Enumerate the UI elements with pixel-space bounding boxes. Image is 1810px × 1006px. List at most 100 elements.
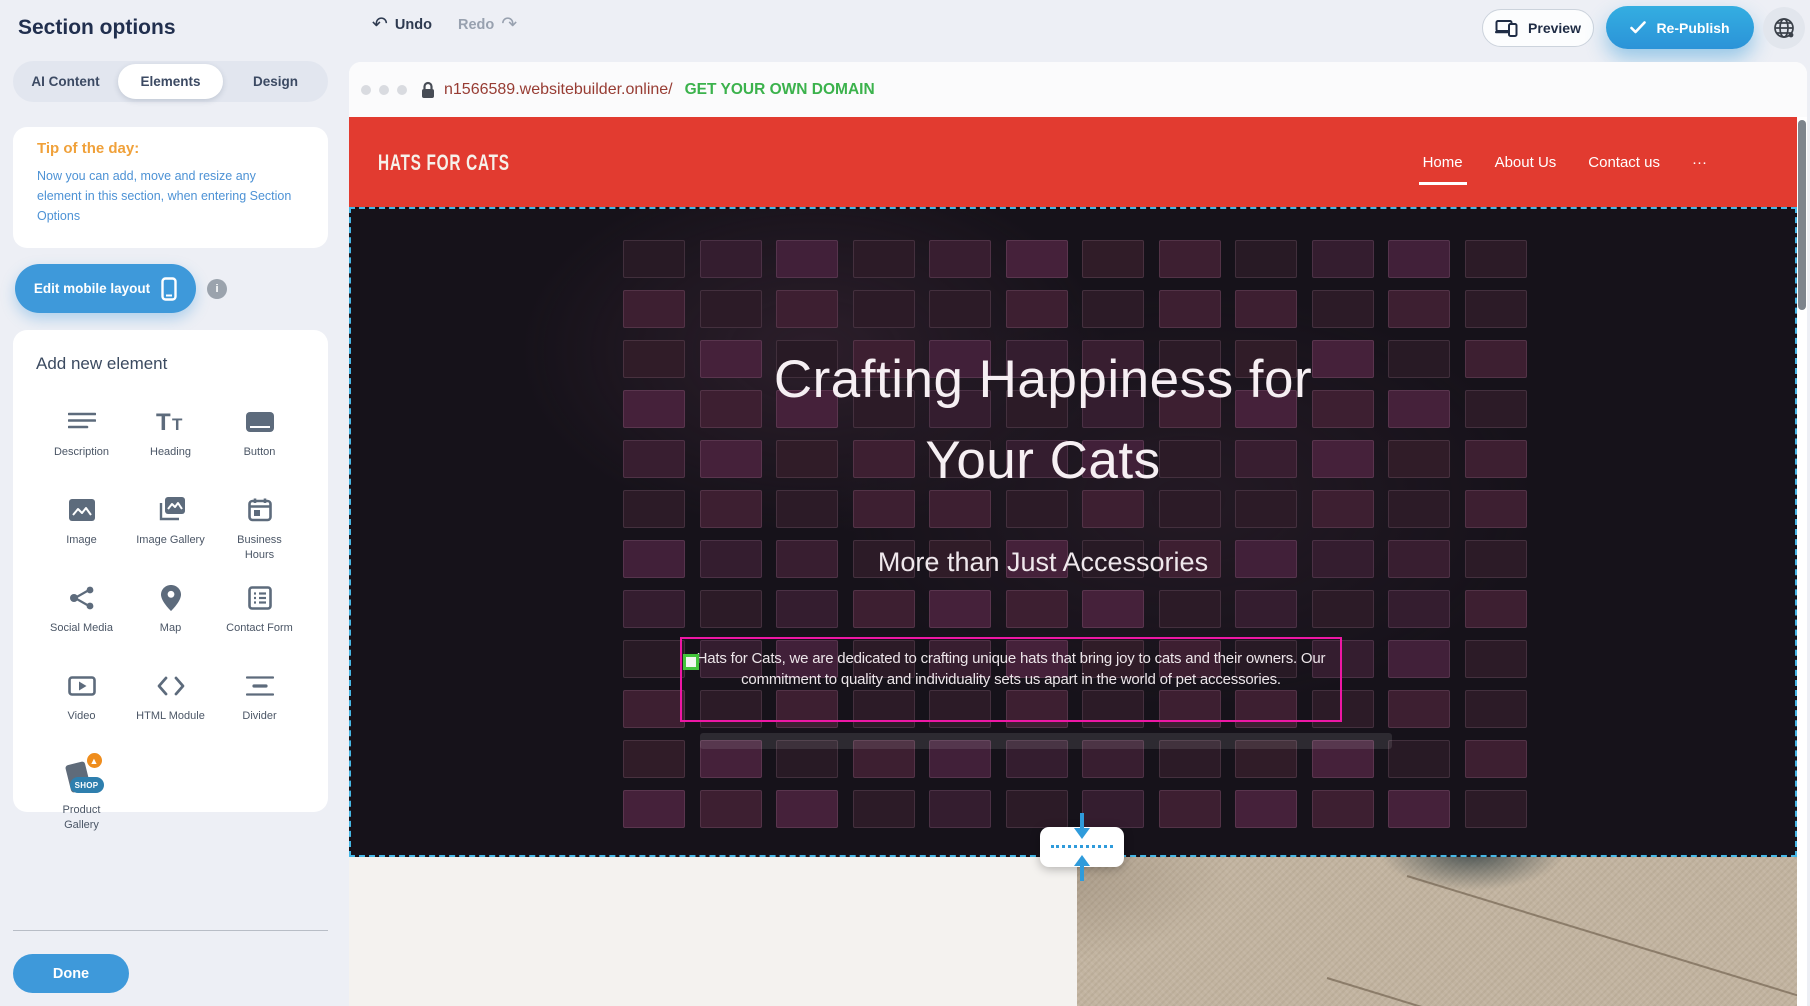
hero-tile xyxy=(1082,240,1144,278)
element-image[interactable]: Image xyxy=(37,478,126,566)
element-video[interactable]: Video xyxy=(37,654,126,742)
tip-body: Now you can add, move and resize any ele… xyxy=(37,166,299,226)
hero-tile xyxy=(1465,440,1527,478)
code-icon xyxy=(157,670,185,702)
hero-tile-pattern xyxy=(351,209,1795,855)
hero-tile xyxy=(776,240,838,278)
nav-contact-us[interactable]: Contact us xyxy=(1586,148,1662,177)
section-resize-handle[interactable] xyxy=(1040,827,1124,867)
hero-tile xyxy=(1465,590,1527,628)
hero-tile xyxy=(853,590,915,628)
hero-tile xyxy=(1465,390,1527,428)
hero-tile xyxy=(776,590,838,628)
resize-handle[interactable] xyxy=(683,654,699,670)
hero-tile xyxy=(1465,490,1527,528)
nav-about-us[interactable]: About Us xyxy=(1493,148,1559,177)
devices-icon xyxy=(1495,19,1519,37)
republish-button[interactable]: Re-Publish xyxy=(1606,6,1754,49)
tip-of-the-day-card: Tip of the day: Now you can add, move an… xyxy=(13,127,328,248)
tab-design[interactable]: Design xyxy=(223,61,328,102)
hero-tile xyxy=(1388,490,1450,528)
element-heading[interactable]: TT Heading xyxy=(126,390,215,478)
add-new-element-title: Add new element xyxy=(36,354,167,374)
element-social-media[interactable]: Social Media xyxy=(37,566,126,654)
edit-mobile-layout-button[interactable]: Edit mobile layout xyxy=(15,264,196,313)
element-grid: Description TT Heading Button Image xyxy=(37,390,305,833)
hero-heading[interactable]: Crafting Happiness for Your Cats xyxy=(733,339,1353,501)
site-preview-frame: n1566589.websitebuilder.online/ GET YOUR… xyxy=(349,62,1807,1006)
undo-button[interactable]: ↶ Undo xyxy=(372,15,432,34)
hero-tile xyxy=(1388,690,1450,728)
site-logo[interactable]: HATS FOR CATS xyxy=(378,150,510,176)
lock-icon xyxy=(421,81,435,99)
hero-tile xyxy=(1312,790,1374,828)
hero-subheading[interactable]: More than Just Accessories xyxy=(351,547,1735,578)
globe-icon xyxy=(1771,15,1797,41)
hero-tile xyxy=(853,290,915,328)
map-pin-icon xyxy=(161,582,181,614)
hero-tile xyxy=(929,290,991,328)
element-contact-form[interactable]: Contact Form xyxy=(215,566,304,654)
tip-heading: Tip of the day: xyxy=(37,140,139,157)
undo-label: Undo xyxy=(395,17,432,33)
republish-label: Re-Publish xyxy=(1656,20,1729,36)
hero-tile xyxy=(1312,240,1374,278)
hero-tile xyxy=(1159,290,1221,328)
site-nav: Home About Us Contact us ··· xyxy=(1421,117,1709,207)
element-divider[interactable]: Divider xyxy=(215,654,304,742)
element-product-gallery[interactable]: ▲ SHOP Product Gallery xyxy=(37,742,126,833)
hero-tile xyxy=(1465,740,1527,778)
window-dots-icon xyxy=(361,85,407,95)
info-icon[interactable]: i xyxy=(207,279,227,299)
hero-tile xyxy=(1388,240,1450,278)
nav-home[interactable]: Home xyxy=(1421,148,1465,177)
selected-text-element[interactable]: Hats for Cats, we are dedicated to craft… xyxy=(680,637,1342,722)
hero-tile xyxy=(1388,640,1450,678)
hero-tile xyxy=(1006,590,1068,628)
sidebar-divider xyxy=(13,930,328,931)
element-button[interactable]: Button xyxy=(215,390,304,478)
hero-tile xyxy=(1235,790,1297,828)
hero-tile xyxy=(1388,290,1450,328)
hero-tile xyxy=(1388,790,1450,828)
language-globe-button[interactable] xyxy=(1763,7,1805,49)
redo-button[interactable]: Redo ↷ xyxy=(458,15,517,34)
edit-mobile-label: Edit mobile layout xyxy=(34,281,150,296)
check-icon xyxy=(1630,21,1646,34)
hero-tile xyxy=(1235,590,1297,628)
tab-elements[interactable]: Elements xyxy=(118,64,223,99)
hero-tile xyxy=(1388,340,1450,378)
business-hours-icon xyxy=(248,494,272,526)
element-map[interactable]: Map xyxy=(126,566,215,654)
hero-tile xyxy=(776,790,838,828)
panel-tabs: AI Content Elements Design xyxy=(13,61,328,102)
site-header: HATS FOR CATS Home About Us Contact us ·… xyxy=(349,117,1797,207)
site-url[interactable]: n1566589.websitebuilder.online/ xyxy=(444,81,673,99)
hero-tile xyxy=(1312,590,1374,628)
next-section-background xyxy=(349,857,1077,1006)
shop-badge: SHOP xyxy=(70,777,104,793)
image-icon xyxy=(69,494,95,526)
hero-tile xyxy=(1312,290,1374,328)
scrollbar-thumb[interactable] xyxy=(1798,120,1806,310)
element-business-hours[interactable]: Business Hours xyxy=(215,478,304,566)
hero-tile xyxy=(700,590,762,628)
element-description[interactable]: Description xyxy=(37,390,126,478)
hero-tile xyxy=(1235,240,1297,278)
hero-section-selected[interactable]: Crafting Happiness for Your Cats More th… xyxy=(349,207,1797,857)
element-html-module[interactable]: HTML Module xyxy=(126,654,215,742)
done-button[interactable]: Done xyxy=(13,954,129,993)
divider-icon xyxy=(246,670,274,702)
hero-tile xyxy=(1465,640,1527,678)
tab-ai-content[interactable]: AI Content xyxy=(13,61,118,102)
hero-tile xyxy=(623,640,685,678)
preview-button[interactable]: Preview xyxy=(1482,9,1594,47)
hero-tile xyxy=(929,590,991,628)
svg-text:T: T xyxy=(172,415,183,434)
nav-more-icon[interactable]: ··· xyxy=(1690,148,1709,177)
element-image-gallery[interactable]: Image Gallery xyxy=(126,478,215,566)
hero-tile xyxy=(853,240,915,278)
hero-tile xyxy=(1006,290,1068,328)
get-your-own-domain-link[interactable]: GET YOUR OWN DOMAIN xyxy=(685,81,875,99)
hero-tile xyxy=(776,290,838,328)
